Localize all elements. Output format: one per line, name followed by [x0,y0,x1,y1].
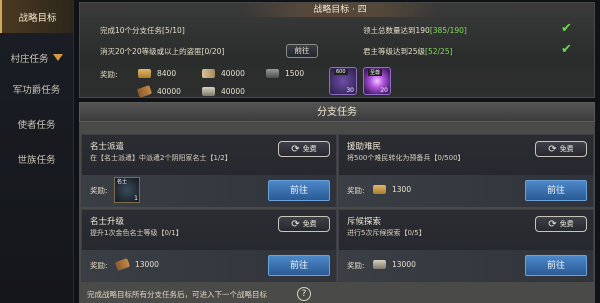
reward-wood: 13000 [114,258,159,271]
goto-button[interactable]: 前往 [268,180,330,201]
sidebar-item-envoy[interactable]: 使者任务 [0,107,73,140]
task-lord-level: 君主等级达到25级[52/25] [363,47,453,56]
sidebar-item-strategy[interactable]: 战略目标 [0,0,73,33]
sidebar-item-label: 世族任务 [17,154,56,166]
reward-row: 奖励: 1300 前往 [339,175,593,207]
task-territory: 领土总数量达到190[385/190] [363,26,467,35]
refresh-icon: ⟳ [548,218,557,230]
refresh-icon: ⟳ [291,218,300,230]
sidebar-item-village[interactable]: 村庄任务 [0,41,73,74]
reward-coin: 13000 [373,260,416,269]
branch-tasks-header: 分支任务 [79,102,595,122]
reward-label: 奖励: [100,70,118,79]
strategy-title: 战略目标 · 四 [240,3,440,17]
grain-icon [373,185,386,194]
goto-button[interactable]: 前往 [525,255,587,276]
card-desc: 进行5次斥候探索【0/5】 [347,229,426,237]
sidebar-item-label: 军功爵任务 [12,84,61,96]
check-icon: ✔ [561,21,572,36]
branch-card-mingshi-upgrade: 名士升级 提升1次金色名士等级【0/1】 ⟳ 免费 奖励: 13000 前往 [81,209,337,282]
reward-row: 奖励: 名士 1 前往 [82,175,336,207]
wood-icon [114,258,131,271]
branch-card-mingshi-dispatch: 名士派遣 在【名士派遣】中派遣2个阴阳家名士【1/2】 ⟳ 免费 奖励: 名士 … [81,134,337,207]
coin-icon [373,260,386,269]
reward-item-box[interactable]: 600 30 [329,67,357,95]
sidebar-item-clan[interactable]: 世族任务 [0,142,73,175]
refresh-icon: ⟳ [548,143,557,155]
branch-tasks-area: 名士派遣 在【名士派遣】中派遣2个阴阳家名士【1/2】 ⟳ 免费 奖励: 名士 … [79,122,595,303]
sidebar-item-label: 战略目标 [18,12,57,24]
card-desc: 在【名士派遣】中派遣2个阴阳家名士【1/2】 [90,154,232,162]
reward-row: 奖励: 13000 前往 [82,250,336,282]
main-panel: 战略目标 · 四 完成10个分支任务[5/10] 领土总数量达到190[385/… [75,0,600,303]
sidebar-item-label: 使者任务 [17,119,56,131]
sidebar-item-military[interactable]: 军功爵任务 [0,72,73,105]
free-refresh-button[interactable]: ⟳ 免费 [535,216,587,232]
wood-icon [136,85,153,98]
reward-rope: 40000 [202,69,245,78]
sidebar: 战略目标 村庄任务 军功爵任务 使者任务 世族任务 [0,0,74,303]
grain-icon [138,69,151,78]
reward-coin: 40000 [202,87,245,96]
reward-grain: 1300 [373,185,411,194]
footer: 完成战略目标所有分支任务后，可进入下一个战略目标 ? [75,285,600,303]
reward-row: 奖励: 13000 前往 [339,250,593,282]
free-refresh-button[interactable]: ⟳ 免费 [278,216,330,232]
task-bandits: 消灭20个20等级或以上的盗匪[0/20] [100,47,225,56]
card-title: 名士升级 [90,217,125,227]
card-desc: 将500个难民转化为预备兵【0/500】 [347,154,465,162]
sidebar-item-label: 村庄任务 [10,53,49,65]
reward-wood: 40000 [136,85,181,98]
free-refresh-button[interactable]: ⟳ 免费 [278,141,330,157]
footer-text: 完成战略目标所有分支任务后，可进入下一个战略目标 [87,290,267,299]
coin-icon [202,87,215,96]
branch-card-aid-refugees: 援助难民 将500个难民转化为预备兵【0/500】 ⟳ 免费 奖励: 1300 … [338,134,594,207]
help-icon[interactable]: ? [297,287,311,301]
card-title: 斥候探索 [347,217,382,227]
branch-card-scout-explore: 斥候探索 进行5次斥候探索【0/5】 ⟳ 免费 奖励: 13000 前往 [338,209,594,282]
general-item-icon[interactable]: 名士 1 [114,177,140,203]
check-icon: ✔ [561,42,572,57]
rope-icon [202,69,215,78]
reward-grain: 8400 [138,69,176,78]
strategy-panel: 战略目标 · 四 完成10个分支任务[5/10] 领土总数量达到190[385/… [79,2,595,98]
dropdown-arrow-icon [52,54,63,61]
refresh-icon: ⟳ [291,143,300,155]
goto-button[interactable]: 前往 [268,255,330,276]
bandits-goto-button[interactable]: 前往 [286,44,318,58]
iron-icon [266,69,279,78]
free-refresh-button[interactable]: ⟳ 免费 [535,141,587,157]
goto-button[interactable]: 前往 [525,180,587,201]
reward-item-box[interactable]: 至尊 20 [363,67,391,95]
card-desc: 提升1次金色名士等级【0/1】 [90,229,183,237]
task-branch-count: 完成10个分支任务[5/10] [100,26,185,35]
card-title: 名士派遣 [90,142,125,152]
card-title: 援助难民 [347,142,382,152]
reward-iron: 1500 [266,69,304,78]
